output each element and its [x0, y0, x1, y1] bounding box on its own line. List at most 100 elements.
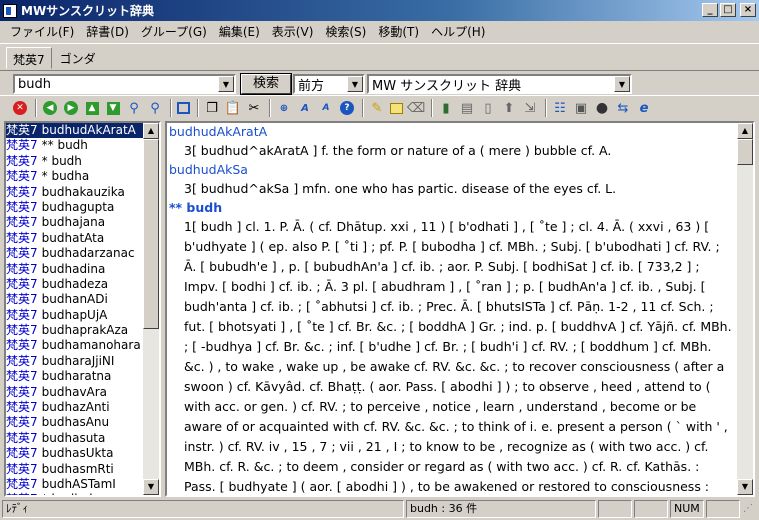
chevron-down-icon[interactable]: ▼ [347, 76, 363, 92]
chevron-down-icon[interactable]: ▼ [218, 76, 234, 92]
menu-dictionary[interactable]: 辞書(D) [80, 23, 135, 40]
maximize-button[interactable]: □ [720, 3, 736, 17]
export-icon[interactable]: ⇲ [522, 100, 538, 116]
list-item[interactable]: 梵英7 budhasmRti [6, 462, 145, 477]
pin-icon[interactable]: ⬆ [501, 100, 517, 116]
list-item[interactable]: 梵英7 budhajana [6, 215, 145, 230]
list-item-source: 梵英7 [6, 446, 38, 461]
find-icon[interactable]: ⚲ [126, 100, 142, 116]
resize-grip[interactable]: ⋰ [743, 503, 753, 514]
menu-move[interactable]: 移動(T) [372, 23, 425, 40]
tab-bonei7[interactable]: 梵英7 [6, 47, 52, 69]
scroll-thumb[interactable] [737, 139, 753, 165]
list-item-source: 梵英7 [6, 400, 38, 415]
note-icon[interactable]: ▤ [459, 100, 475, 116]
search-button[interactable]: 検索 [240, 73, 292, 95]
list-item[interactable]: 梵英7 budharaJjiNI [6, 354, 145, 369]
list-item[interactable]: 梵英7 budhagupta [6, 200, 145, 215]
menu-search[interactable]: 検索(S) [319, 23, 372, 40]
scroll-up-arrow[interactable]: ▲ [737, 123, 753, 139]
list-item[interactable]: 梵英7 budhasuta [6, 431, 145, 446]
search-input-value: budh [18, 76, 51, 92]
list-item-source: 梵英7 [6, 430, 38, 445]
word-list-pane: 梵英7 budhudAkAratA 梵英7 ** budh 梵英7 * budh 梵英7 * … [4, 121, 161, 497]
list-item[interactable]: 梵英7 budhanADi [6, 292, 145, 307]
list-item[interactable]: 梵英7 * budhaka [6, 492, 145, 495]
copy-icon[interactable]: ❐ [204, 100, 220, 116]
font-larger-icon[interactable]: A [297, 100, 313, 116]
app-icon[interactable] [3, 3, 17, 18]
chevron-down-icon[interactable]: ▼ [614, 76, 630, 92]
entry-headword[interactable]: budhudAkSa [169, 161, 735, 179]
list-item[interactable]: 梵英7 budhavAra [6, 385, 145, 400]
list-item[interactable]: 梵英7 * budh [6, 154, 145, 169]
list-item[interactable]: 梵英7 budhapUjA [6, 308, 145, 323]
list-item[interactable]: 梵英7 budhadeza [6, 277, 145, 292]
eraser-icon[interactable]: ⌫ [407, 100, 425, 116]
menu-view[interactable]: 表示(V) [266, 23, 320, 40]
list-item-word: budhakauzika [41, 184, 125, 199]
list-item[interactable]: 梵英7 budhASTamI [6, 477, 145, 492]
minimize-button[interactable]: _ [702, 3, 718, 17]
dictionary-select[interactable]: MW サンスクリット 辞典 ▼ [367, 74, 632, 94]
highlight-icon[interactable]: ✎ [369, 100, 385, 116]
list-item-word: budhadina [41, 261, 106, 276]
word-list-scrollbar[interactable]: ▲ ▼ [143, 123, 159, 495]
window-switch-icon[interactable]: ⇆ [615, 100, 631, 116]
scroll-down-arrow[interactable]: ▼ [143, 479, 159, 495]
find-next-icon[interactable]: ⚲ [147, 100, 163, 116]
list-item-source: 梵英7 [6, 138, 38, 153]
entry-list: budhudAkAratA 3[ budhud^akAratA ] f. the … [169, 123, 735, 495]
font-smaller-icon[interactable]: A [318, 100, 334, 116]
browser-icon[interactable]: e [636, 100, 652, 116]
back-icon[interactable]: ◀ [42, 100, 58, 116]
close-button[interactable]: × [740, 3, 756, 17]
search-mode-select[interactable]: 前方 ▼ [293, 74, 365, 94]
list-item[interactable]: 梵英7 budhasUkta [6, 446, 145, 461]
paste-icon[interactable]: 📋 [225, 100, 241, 116]
zoom-in-icon[interactable]: ⊕ [276, 100, 292, 116]
cut-icon[interactable]: ✂ [246, 100, 262, 116]
help-icon[interactable]: ? [339, 100, 355, 116]
list-item[interactable]: 梵英7 budharatna [6, 369, 145, 384]
scroll-thumb[interactable] [143, 139, 159, 329]
image-view-icon[interactable]: ▣ [573, 100, 589, 116]
scroll-up-arrow[interactable]: ▲ [143, 123, 159, 139]
speech-icon[interactable]: ● [594, 100, 610, 116]
entry-headword[interactable]: budhudAkAratA [169, 123, 735, 141]
list-item[interactable]: 梵英7 budhaprakAza [6, 323, 145, 338]
up-icon[interactable]: ▲ [84, 100, 100, 116]
document-icon[interactable]: ▯ [480, 100, 496, 116]
down-icon[interactable]: ▼ [105, 100, 121, 116]
title-bar[interactable]: MWサンスクリット辞典 _ □ × [0, 0, 759, 21]
list-item[interactable]: 梵英7 * budha [6, 169, 145, 184]
list-item[interactable]: 梵英7 budhamanohara [6, 338, 145, 353]
list-item[interactable]: 梵英7 budhadina [6, 262, 145, 277]
list-item[interactable]: 梵英7 budhakauzika [6, 185, 145, 200]
list-item[interactable]: 梵英7 ** budh [6, 138, 145, 153]
list-item-source: 梵英7 [6, 461, 38, 476]
stop-icon[interactable]: ✕ [12, 100, 28, 116]
memo-icon[interactable] [390, 102, 403, 114]
list-item[interactable]: 梵英7 budhatAta [6, 231, 145, 246]
list-item-word: budharaJjiNI [41, 353, 115, 368]
menu-file[interactable]: ファイル(F) [4, 23, 80, 40]
menu-group[interactable]: グループ(G) [135, 23, 213, 40]
tree-view-icon[interactable]: ☷ [552, 100, 568, 116]
content-scrollbar[interactable]: ▲ ▼ [737, 123, 753, 495]
tab-gonda[interactable]: ゴンダ [54, 47, 102, 69]
fullscreen-icon[interactable] [177, 102, 190, 114]
bookmark-icon[interactable]: ▮ [438, 100, 454, 116]
menu-edit[interactable]: 編集(E) [213, 23, 266, 40]
list-item[interactable]: 梵英7 budhadarzanac [6, 246, 145, 261]
window-title: MWサンスクリット辞典 [21, 4, 154, 18]
list-item[interactable]: 梵英7 budhudAkAratA [6, 123, 145, 139]
scroll-down-arrow[interactable]: ▼ [737, 479, 753, 495]
entry-headword[interactable]: ** budh [169, 199, 735, 217]
menu-help[interactable]: ヘルプ(H) [425, 23, 491, 40]
list-item[interactable]: 梵英7 budhasAnu [6, 415, 145, 430]
entry-definition: 1[ budh ] cl. 1. P. Ā. ( cf. Dhātup. xxi… [184, 219, 732, 494]
search-input[interactable]: budh ▼ [13, 74, 236, 94]
forward-icon[interactable]: ▶ [63, 100, 79, 116]
list-item[interactable]: 梵英7 budhazAnti [6, 400, 145, 415]
